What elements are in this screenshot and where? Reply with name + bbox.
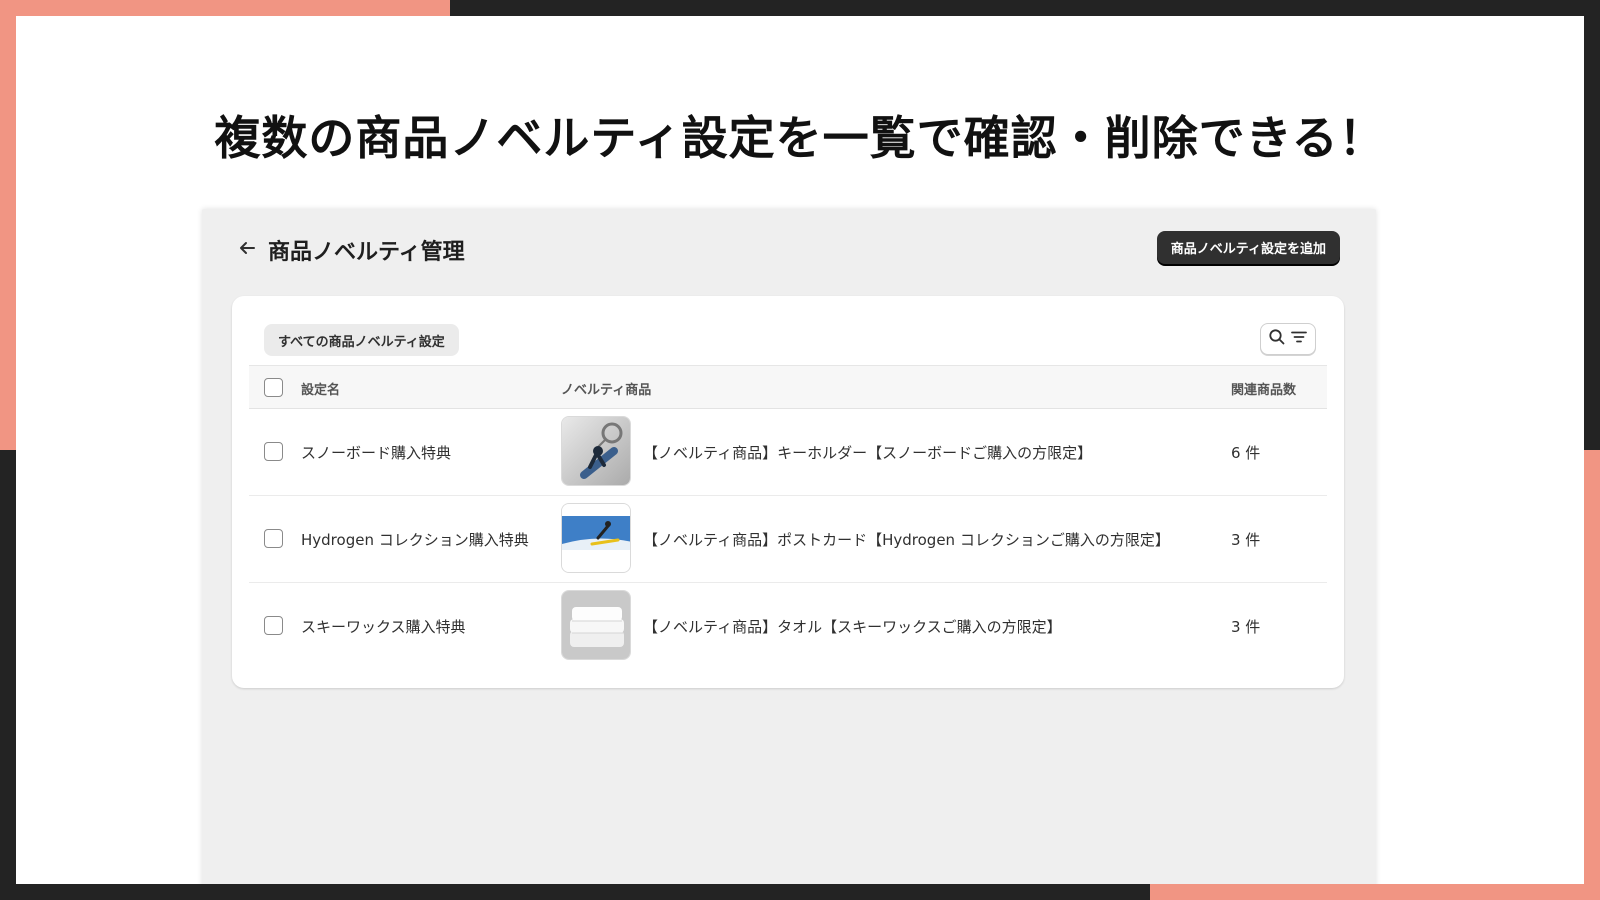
search-filter-button[interactable]	[1260, 323, 1316, 355]
tab-all-novelty-settings[interactable]: すべての商品ノベルティ設定	[264, 324, 459, 356]
postcard-image	[561, 503, 631, 573]
table-row[interactable]: スキーワックス購入特典 【ノベルティ商品】タオル【スキーワックスご購入の方限定】…	[249, 583, 1327, 670]
page-title: 商品ノベルティ管理	[268, 240, 465, 265]
select-all-checkbox[interactable]	[264, 378, 283, 397]
related-product-count: 6 件	[1231, 444, 1261, 462]
row-checkbox[interactable]	[264, 616, 283, 635]
novelty-list-card: すべての商品ノベルティ設定 設定名 ノベルティ商品 関連商品数 スノーボード購入…	[232, 296, 1344, 688]
setting-name[interactable]: スキーワックス購入特典	[301, 616, 466, 637]
row-checkbox[interactable]	[264, 529, 283, 548]
column-header-product[interactable]: ノベルティ商品	[561, 379, 651, 398]
filter-icon	[1290, 328, 1308, 350]
arrow-left-icon[interactable]	[236, 237, 258, 259]
towel-image	[561, 590, 631, 660]
slide: 複数の商品ノベルティ設定を一覧で確認・削除できる！ 商品ノベルティ管理 商品ノベ…	[16, 16, 1584, 884]
search-icon	[1268, 328, 1286, 350]
novelty-table: 設定名 ノベルティ商品 関連商品数 スノーボード購入特典 【ノベルティ商品】キー…	[249, 365, 1327, 670]
table-header: 設定名 ノベルティ商品 関連商品数	[249, 365, 1327, 409]
app-window: 商品ノベルティ管理 商品ノベルティ設定を追加 すべての商品ノベルティ設定 設定名…	[202, 209, 1376, 884]
row-checkbox[interactable]	[264, 442, 283, 461]
add-novelty-setting-button[interactable]: 商品ノベルティ設定を追加	[1156, 231, 1340, 264]
page-header: 商品ノベルティ管理 商品ノベルティ設定を追加	[202, 209, 1376, 291]
table-row[interactable]: スノーボード購入特典 【ノベルティ商品】キーホルダー【スノーボードご購入の方限定…	[249, 409, 1327, 496]
column-header-name[interactable]: 設定名	[301, 379, 340, 398]
column-header-count[interactable]: 関連商品数	[1231, 379, 1296, 398]
novelty-product-name[interactable]: 【ノベルティ商品】ポストカード【Hydrogen コレクションご購入の方限定】	[643, 529, 1170, 550]
related-product-count: 3 件	[1231, 618, 1261, 636]
table-row[interactable]: Hydrogen コレクション購入特典 【ノベルティ商品】ポストカード【Hydr…	[249, 496, 1327, 583]
novelty-product-name[interactable]: 【ノベルティ商品】キーホルダー【スノーボードご購入の方限定】	[643, 442, 1092, 463]
setting-name[interactable]: Hydrogen コレクション購入特典	[301, 529, 529, 550]
card-toolbar: すべての商品ノベルティ設定	[232, 296, 1344, 364]
setting-name[interactable]: スノーボード購入特典	[301, 442, 451, 463]
related-product-count: 3 件	[1231, 531, 1261, 549]
novelty-product-name[interactable]: 【ノベルティ商品】タオル【スキーワックスご購入の方限定】	[643, 616, 1062, 637]
keychain-image	[561, 416, 631, 486]
slide-headline: 複数の商品ノベルティ設定を一覧で確認・削除できる！	[214, 111, 1386, 165]
